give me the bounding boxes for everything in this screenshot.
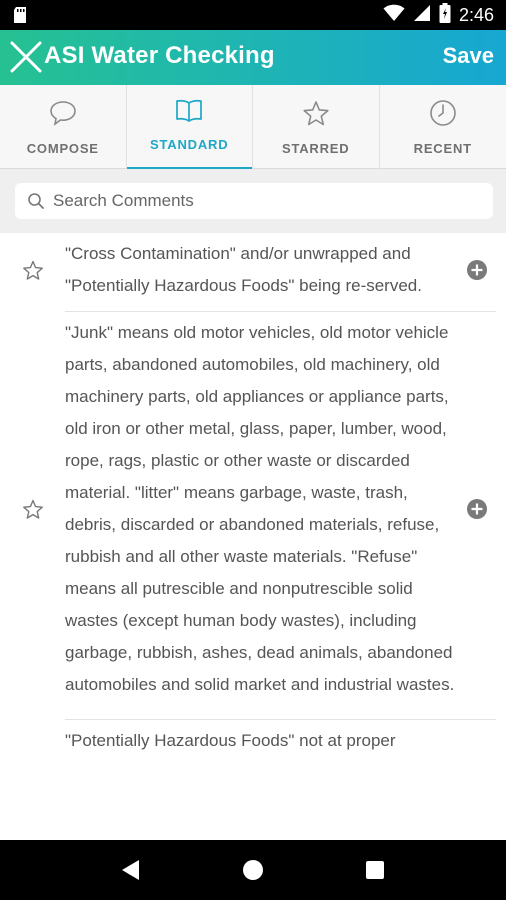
search-input[interactable]	[53, 191, 483, 211]
battery-icon	[439, 2, 451, 28]
list-item[interactable]: "Potentially Hazardous Foods" not at pro…	[0, 719, 506, 757]
comment-text: "Junk" means old motor vehicles, old mot…	[65, 323, 455, 694]
tab-label: STARRED	[282, 141, 350, 156]
wifi-icon	[383, 4, 405, 27]
status-bar: 2:46	[0, 0, 506, 30]
search-area	[0, 169, 506, 233]
tab-recent[interactable]: RECENT	[380, 85, 506, 169]
star-icon	[22, 260, 43, 280]
navigation-bar	[0, 840, 506, 900]
tab-label: RECENT	[413, 141, 472, 156]
add-button[interactable]	[455, 498, 506, 520]
close-icon	[10, 41, 42, 73]
clock-icon	[429, 99, 457, 127]
star-icon	[302, 99, 330, 127]
close-button[interactable]	[8, 39, 44, 75]
comment-text: "Cross Contamination" and/or unwrapped a…	[65, 244, 422, 295]
open-book-icon	[175, 97, 203, 125]
clock-time: 2:46	[458, 4, 494, 25]
comment-list: "Cross Contamination" and/or unwrapped a…	[0, 233, 506, 840]
tab-bar: COMPOSE STANDARD STARRED RECENT	[0, 85, 506, 170]
home-button[interactable]	[233, 850, 273, 890]
add-button[interactable]	[455, 259, 506, 281]
search-icon	[27, 191, 47, 211]
tab-label: STANDARD	[150, 137, 229, 152]
recents-square-icon	[366, 861, 384, 879]
list-item[interactable]: "Junk" means old motor vehicles, old mot…	[0, 311, 506, 719]
tab-compose[interactable]: COMPOSE	[0, 85, 127, 169]
star-button[interactable]	[0, 260, 65, 281]
star-button[interactable]	[0, 499, 65, 520]
page-title: ASI Water Checking	[44, 42, 275, 69]
plus-circle-icon	[466, 260, 487, 280]
tab-standard[interactable]: STANDARD	[126, 85, 253, 170]
app-header: ASI Water Checking Save	[0, 30, 506, 85]
screen: 2:46 ASI Water Checking Save COMPOSE STA…	[0, 0, 506, 900]
search-box	[15, 183, 493, 219]
signal-icon	[413, 4, 431, 27]
star-icon	[22, 499, 43, 519]
home-circle-icon	[243, 860, 263, 880]
save-button[interactable]: Save	[443, 43, 494, 69]
list-item[interactable]: "Cross Contamination" and/or unwrapped a…	[0, 233, 506, 311]
tab-label: COMPOSE	[26, 141, 99, 156]
plus-circle-icon	[466, 499, 487, 519]
sd-card-icon	[12, 6, 28, 29]
back-button[interactable]	[111, 850, 151, 890]
back-triangle-icon	[122, 860, 139, 880]
recents-button[interactable]	[355, 850, 395, 890]
speech-bubble-icon	[49, 99, 77, 127]
tab-starred[interactable]: STARRED	[253, 85, 380, 169]
comment-text: "Potentially Hazardous Foods" not at pro…	[65, 731, 396, 750]
